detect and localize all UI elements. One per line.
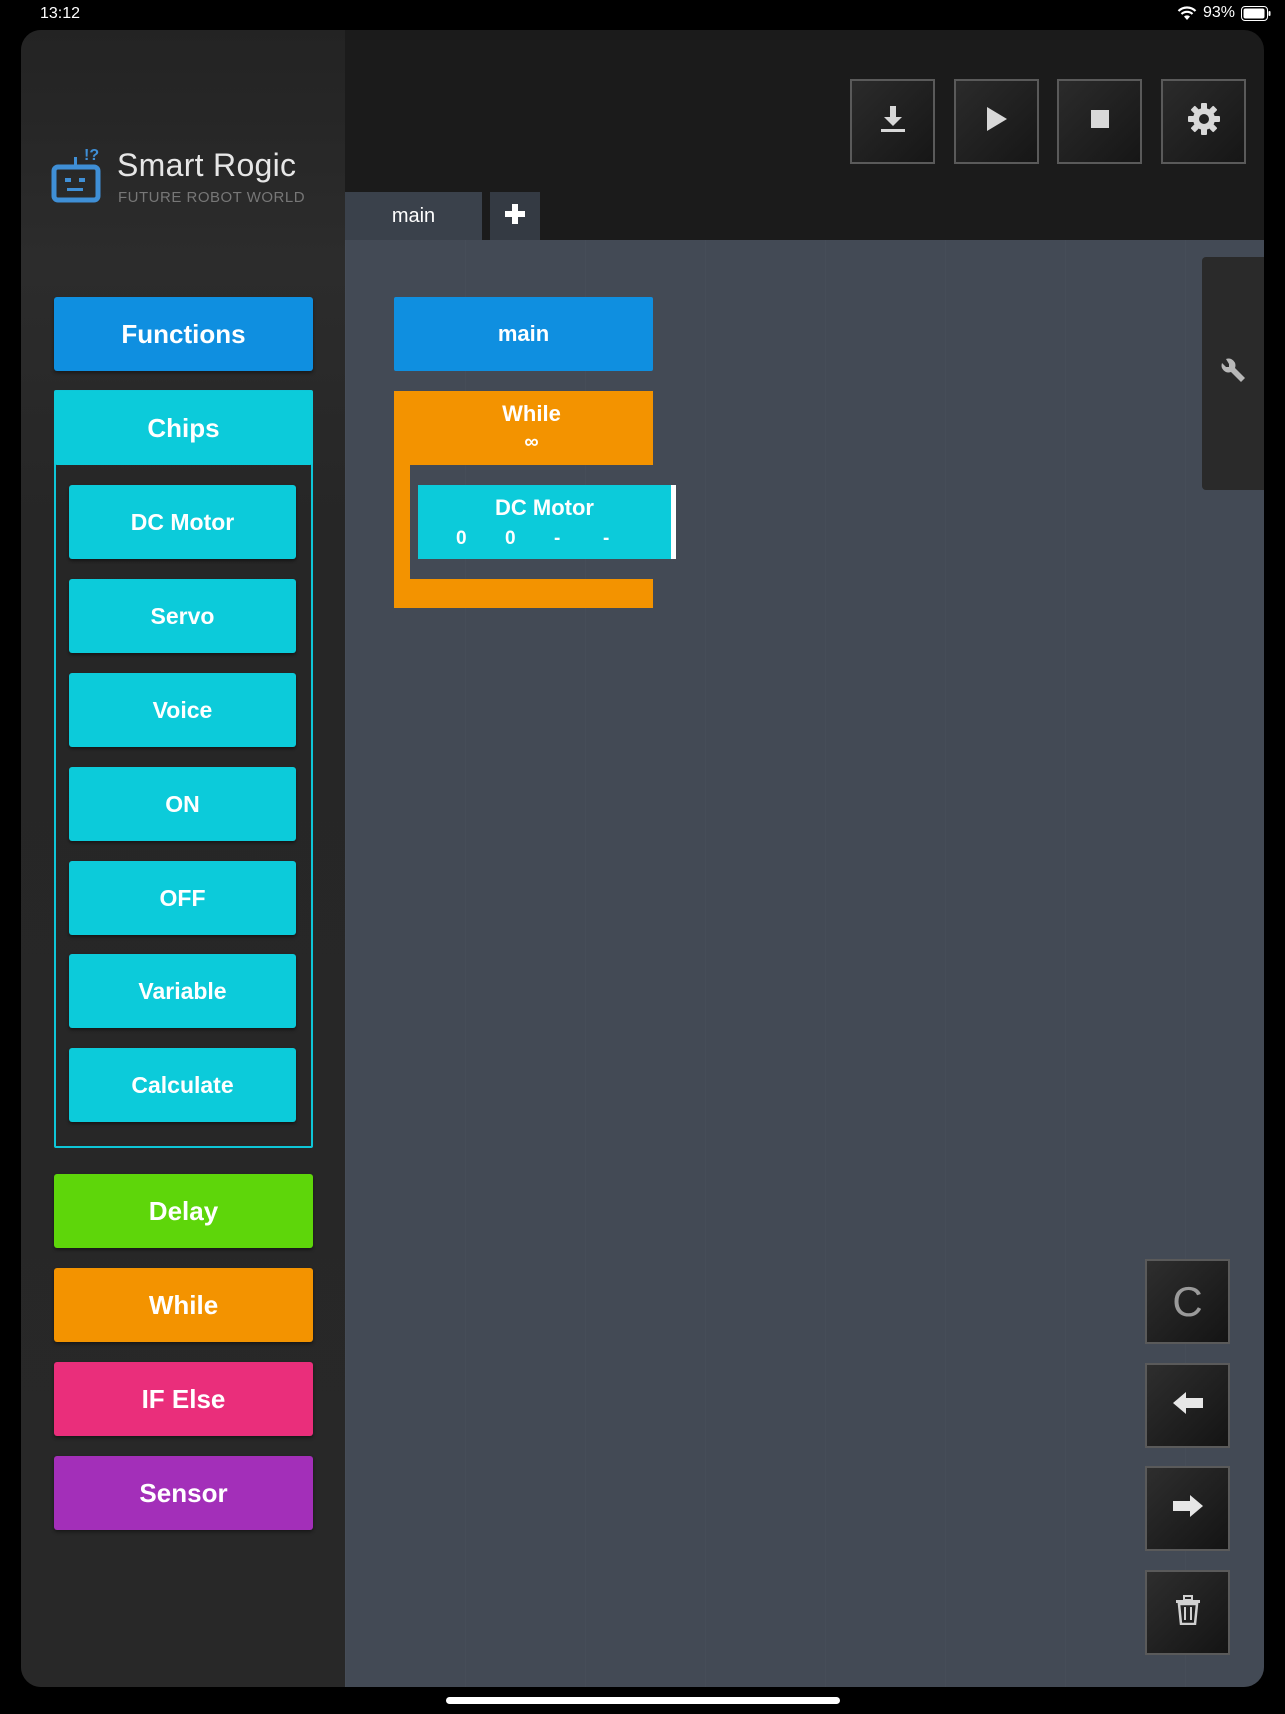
while-block-title: While <box>502 401 561 426</box>
category-if-else[interactable]: IF Else <box>54 1362 313 1436</box>
redo-button[interactable] <box>1145 1466 1230 1551</box>
dc-motor-params: 0 0 - - <box>456 528 652 550</box>
status-time: 13:12 <box>40 5 81 22</box>
battery-percent: 93% <box>1202 4 1235 21</box>
undo-button[interactable] <box>1145 1363 1230 1448</box>
category-sensor[interactable]: Sensor <box>54 1456 313 1530</box>
trash-icon <box>1174 1595 1202 1630</box>
chip-off[interactable]: OFF <box>69 861 296 935</box>
dc-motor-block[interactable]: DC Motor 0 0 - - <box>418 485 676 559</box>
gear-icon <box>1187 102 1221 141</box>
wifi-icon <box>1177 5 1197 21</box>
plus-icon <box>504 203 526 230</box>
dc-motor-param[interactable]: 0 <box>456 528 505 550</box>
app-subtitle: FUTURE ROBOT WORLD <box>118 189 306 206</box>
tab-main[interactable]: main <box>345 192 482 240</box>
chip-voice[interactable]: Voice <box>69 673 296 747</box>
chip-servo[interactable]: Servo <box>69 579 296 653</box>
main-block[interactable]: main <box>394 297 653 371</box>
category-while[interactable]: While <box>54 1268 313 1342</box>
delete-button[interactable] <box>1145 1570 1230 1655</box>
status-bar: 13:12 93% <box>0 0 1285 30</box>
svg-text:!?: !? <box>84 147 99 164</box>
arrow-left-icon <box>1171 1390 1205 1421</box>
home-indicator[interactable] <box>446 1697 840 1704</box>
chip-on[interactable]: ON <box>69 767 296 841</box>
status-indicators: 93% <box>1177 4 1271 22</box>
battery-icon <box>1241 5 1271 21</box>
play-icon <box>984 105 1010 138</box>
download-button[interactable] <box>850 79 935 164</box>
while-block-footer <box>394 579 653 608</box>
tool-drawer-handle[interactable] <box>1202 257 1264 490</box>
add-tab-button[interactable] <box>490 192 540 240</box>
app-window: !? Smart Rogic FUTURE ROBOT WORLD Functi… <box>21 30 1264 1687</box>
category-functions[interactable]: Functions <box>54 297 313 371</box>
app-title: Smart Rogic <box>117 147 297 183</box>
chip-variable[interactable]: Variable <box>69 954 296 1028</box>
chip-dc-motor[interactable]: DC Motor <box>69 485 296 559</box>
settings-button[interactable] <box>1161 79 1246 164</box>
dc-motor-block-title: DC Motor <box>495 495 594 520</box>
stop-button[interactable] <box>1057 79 1142 164</box>
program-canvas[interactable]: main While ∞ DC Motor 0 0 - - <box>345 240 1264 1687</box>
wrench-icon <box>1218 356 1248 391</box>
sidebar: !? Smart Rogic FUTURE ROBOT WORLD Functi… <box>21 30 345 1687</box>
stop-icon <box>1090 109 1110 134</box>
dc-motor-param[interactable]: - <box>554 528 603 550</box>
robot-icon: !? <box>51 145 103 210</box>
play-button[interactable] <box>954 79 1039 164</box>
download-icon <box>878 104 908 139</box>
category-delay[interactable]: Delay <box>54 1174 313 1248</box>
dc-motor-param[interactable]: 0 <box>505 528 554 550</box>
while-block-arm <box>394 391 410 608</box>
dc-motor-param[interactable]: - <box>603 528 652 550</box>
clear-button[interactable]: C <box>1145 1259 1230 1344</box>
chip-calculate[interactable]: Calculate <box>69 1048 296 1122</box>
arrow-right-icon <box>1171 1493 1205 1524</box>
clear-label: C <box>1172 1277 1203 1325</box>
category-chips[interactable]: Chips <box>54 391 313 465</box>
while-block-condition[interactable]: ∞ <box>410 431 653 454</box>
